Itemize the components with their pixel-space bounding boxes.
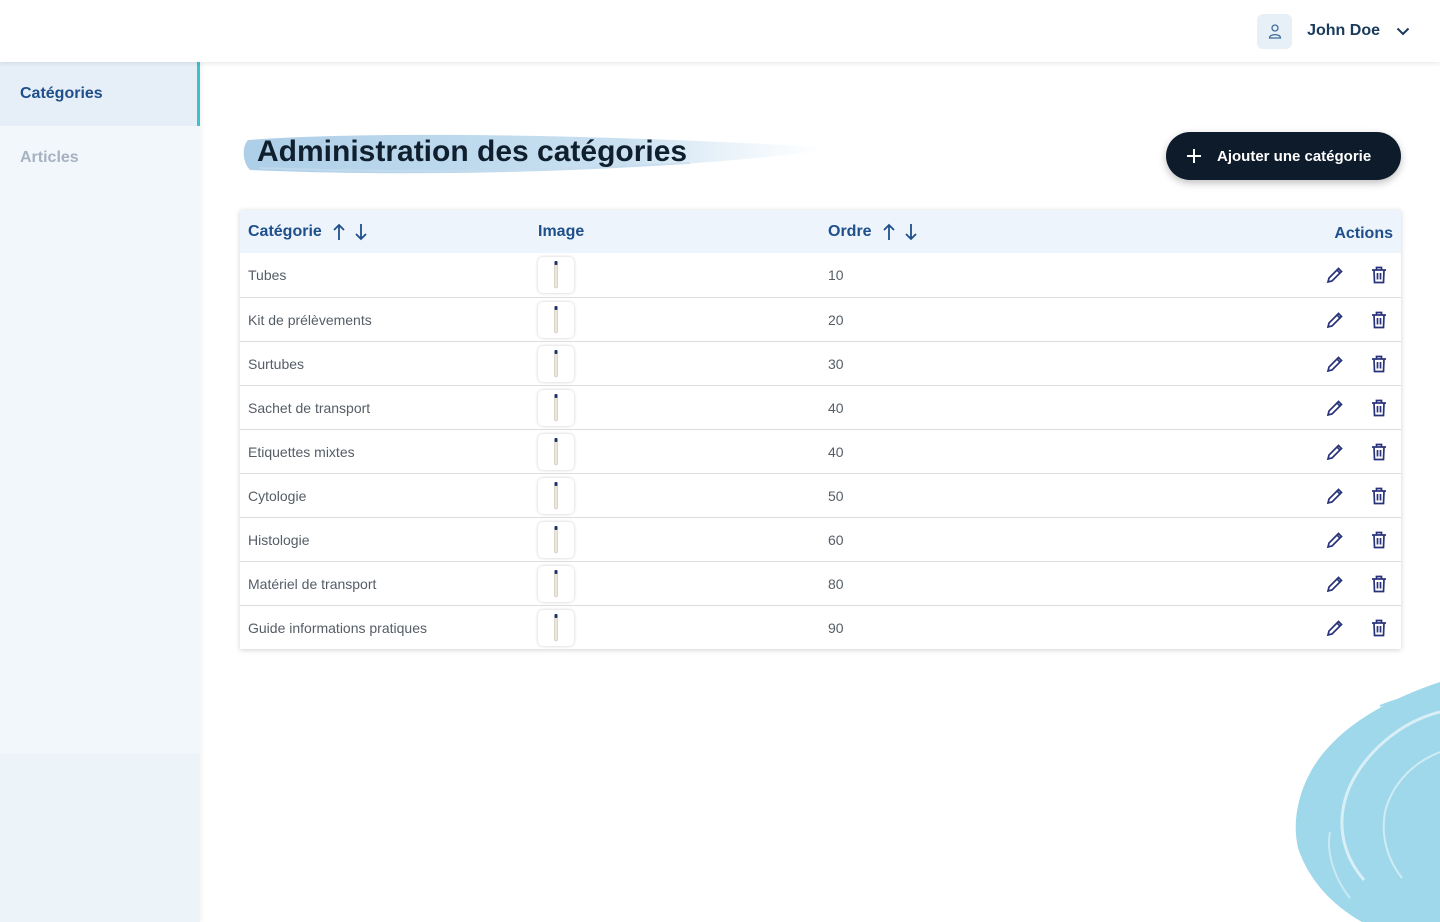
category-name: Tubes — [248, 267, 287, 283]
order-value: 30 — [828, 356, 844, 372]
chevron-down-icon[interactable] — [1396, 27, 1410, 36]
user-menu[interactable]: John Doe — [1257, 13, 1410, 49]
categories-table: Catégorie Image Ordre Actions Tubes 10 K… — [240, 210, 1401, 649]
pencil-icon[interactable] — [1325, 442, 1345, 462]
page-title: Administration des catégories — [257, 135, 688, 168]
order-value: 40 — [828, 400, 844, 416]
table-row: Histologie 60 — [240, 517, 1401, 561]
image-cell — [538, 430, 574, 474]
column-header-actions: Actions — [1334, 212, 1393, 255]
category-name: Histologie — [248, 532, 310, 548]
order-value: 90 — [828, 620, 844, 636]
sidebar-item-label: Articles — [20, 149, 79, 166]
add-category-button[interactable]: Ajouter une catégorie — [1166, 132, 1401, 180]
table-row: Tubes 10 — [240, 253, 1401, 297]
column-label: Catégorie — [248, 222, 322, 240]
table-row: Guide informations pratiques 90 — [240, 605, 1401, 649]
image-cell — [538, 253, 574, 297]
table-row: Kit de prélèvements 20 — [240, 297, 1401, 341]
trash-icon[interactable] — [1369, 398, 1389, 418]
image-cell — [538, 342, 574, 386]
sort-controls — [332, 223, 376, 241]
trash-icon[interactable] — [1369, 618, 1389, 638]
tube-icon[interactable] — [538, 478, 574, 514]
category-name: Etiquettes mixtes — [248, 444, 355, 460]
tube-icon[interactable] — [538, 257, 574, 293]
pencil-icon[interactable] — [1325, 530, 1345, 550]
order-value: 50 — [828, 488, 844, 504]
tube-icon[interactable] — [538, 434, 574, 470]
image-cell — [538, 474, 574, 518]
arrow-up-icon[interactable] — [882, 223, 896, 241]
paint-splash-decoration — [1295, 682, 1440, 922]
user-icon — [1257, 13, 1293, 49]
tube-icon[interactable] — [538, 346, 574, 382]
sort-controls — [882, 223, 926, 241]
main-content: Administration des catégories Ajouter un… — [200, 62, 1440, 922]
table-body: Tubes 10 Kit de prélèvements 20 Surtubes 30 Sa… — [240, 253, 1401, 649]
image-cell — [538, 386, 574, 430]
table-row: Surtubes 30 — [240, 341, 1401, 385]
sidebar: Catégories Articles — [0, 62, 200, 922]
order-value: 20 — [828, 312, 844, 328]
sidebar-footer — [0, 754, 200, 922]
trash-icon[interactable] — [1369, 354, 1389, 374]
image-cell — [538, 606, 574, 650]
image-cell — [538, 562, 574, 606]
add-category-label: Ajouter une catégorie — [1217, 147, 1372, 165]
category-name: Sachet de transport — [248, 400, 371, 416]
column-header-order: Ordre — [828, 210, 926, 253]
order-value: 80 — [828, 576, 844, 592]
table-row: Sachet de transport 40 — [240, 385, 1401, 429]
pencil-icon[interactable] — [1325, 574, 1345, 594]
sidebar-item-articles[interactable]: Articles — [0, 126, 200, 190]
column-label: Image — [538, 222, 585, 240]
plus-icon — [1186, 148, 1202, 164]
trash-icon[interactable] — [1369, 530, 1389, 550]
column-label: Actions — [1334, 224, 1393, 242]
user-name: John Doe — [1307, 22, 1380, 39]
pencil-icon[interactable] — [1325, 398, 1345, 418]
table-row: Matériel de transport 80 — [240, 561, 1401, 605]
column-label: Ordre — [828, 222, 872, 240]
table-row: Etiquettes mixtes 40 — [240, 429, 1401, 473]
pencil-icon[interactable] — [1325, 310, 1345, 330]
arrow-down-icon[interactable] — [904, 223, 918, 241]
tube-icon[interactable] — [538, 566, 574, 602]
pencil-icon[interactable] — [1325, 618, 1345, 638]
category-name: Surtubes — [248, 356, 305, 372]
order-value: 40 — [828, 444, 844, 460]
arrow-down-icon[interactable] — [354, 223, 368, 241]
trash-icon[interactable] — [1369, 265, 1389, 285]
sidebar-item-label: Catégories — [20, 85, 103, 102]
image-cell — [538, 518, 574, 562]
trash-icon[interactable] — [1369, 574, 1389, 594]
tube-icon[interactable] — [538, 610, 574, 646]
sidebar-item-categories[interactable]: Catégories — [0, 62, 200, 126]
trash-icon[interactable] — [1369, 310, 1389, 330]
table-header: Catégorie Image Ordre Actions — [240, 210, 1401, 253]
order-value: 10 — [828, 267, 844, 283]
category-name: Cytologie — [248, 488, 307, 504]
column-header-category: Catégorie — [248, 210, 376, 253]
pencil-icon[interactable] — [1325, 265, 1345, 285]
page-title-block: Administration des catégories — [240, 126, 830, 182]
order-value: 60 — [828, 532, 844, 548]
image-cell — [538, 298, 574, 342]
pencil-icon[interactable] — [1325, 486, 1345, 506]
tube-icon[interactable] — [538, 522, 574, 558]
tube-icon[interactable] — [538, 390, 574, 426]
arrow-up-icon[interactable] — [332, 223, 346, 241]
category-name: Kit de prélèvements — [248, 312, 372, 328]
tube-icon[interactable] — [538, 302, 574, 338]
category-name: Matériel de transport — [248, 576, 377, 592]
table-row: Cytologie 50 — [240, 473, 1401, 517]
trash-icon[interactable] — [1369, 486, 1389, 506]
category-name: Guide informations pratiques — [248, 620, 427, 636]
pencil-icon[interactable] — [1325, 354, 1345, 374]
top-bar: John Doe — [0, 0, 1440, 62]
column-header-image: Image — [538, 210, 584, 253]
trash-icon[interactable] — [1369, 442, 1389, 462]
